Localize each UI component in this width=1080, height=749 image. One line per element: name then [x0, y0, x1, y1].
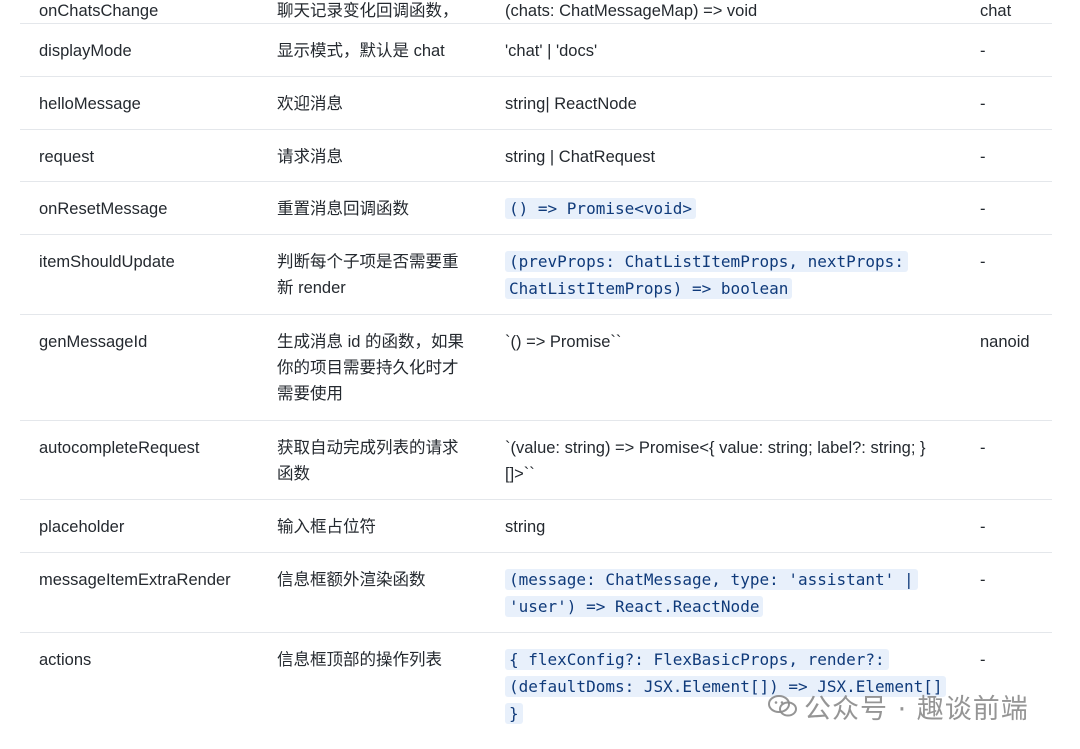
prop-name: helloMessage: [39, 95, 141, 113]
code-snippet: () => Promise<void>: [505, 198, 697, 219]
prop-name: displayMode: [39, 42, 132, 60]
prop-description: 输入框占位符: [277, 518, 376, 536]
prop-description: 欢迎消息: [277, 95, 343, 113]
prop-description: 生成消息 id 的函数，如果你的项目需要持久化时才需要使用: [277, 333, 465, 403]
prop-name: onResetMessage: [39, 200, 168, 218]
prop-name: placeholder: [39, 518, 125, 536]
table-row: request 请求消息 string | ChatRequest -: [20, 130, 1052, 182]
table-row: itemShouldUpdate 判断每个子项是否需要重新 render (pr…: [20, 235, 1052, 315]
prop-name: autocompleteRequest: [39, 439, 200, 457]
prop-default: -: [980, 95, 986, 113]
prop-default: -: [980, 571, 986, 589]
prop-name: onChatsChange: [39, 2, 159, 20]
wechat-icon: [768, 695, 797, 717]
table-row: onChatsChange 聊天记录变化回调函数， (chats: ChatMe…: [20, 0, 1052, 24]
prop-type: (message: ChatMessage, type: 'assistant'…: [486, 553, 961, 632]
prop-name: actions: [39, 651, 92, 669]
watermark: 公众号 · 趣谈前端: [768, 686, 1029, 726]
prop-default: nanoid: [980, 333, 1030, 351]
prop-description: 信息框顶部的操作列表: [277, 651, 442, 669]
prop-default: -: [980, 42, 986, 60]
prop-description: 聊天记录变化回调函数，: [277, 2, 459, 20]
table-row: onResetMessage 重置消息回调函数 () => Promise<vo…: [20, 182, 1052, 235]
table-row: autocompleteRequest 获取自动完成列表的请求函数 `(valu…: [20, 421, 1052, 500]
prop-type: (prevProps: ChatListItemProps, nextProps…: [486, 235, 961, 314]
table-row: displayMode 显示模式，默认是 chat 'chat' | 'docs…: [20, 24, 1052, 77]
table-row: helloMessage 欢迎消息 string| ReactNode -: [20, 77, 1052, 130]
prop-type: `() => Promise``: [505, 333, 622, 351]
prop-description: 请求消息: [277, 148, 343, 166]
prop-type: `(value: string) => Promise<{ value: str…: [505, 439, 926, 483]
prop-description: 获取自动完成列表的请求函数: [277, 439, 459, 483]
table-row: placeholder 输入框占位符 string -: [20, 500, 1052, 553]
prop-default: -: [980, 253, 986, 271]
prop-name: request: [39, 148, 95, 166]
prop-default: -: [980, 200, 986, 218]
prop-default: -: [980, 518, 986, 536]
props-table: onChatsChange 聊天记录变化回调函数， (chats: ChatMe…: [20, 0, 1052, 749]
watermark-text: 公众号 · 趣谈前端: [804, 693, 1029, 725]
prop-type: () => Promise<void>: [486, 182, 961, 234]
prop-name: genMessageId: [39, 333, 148, 351]
prop-type: 'chat' | 'docs': [505, 42, 598, 60]
prop-name: itemShouldUpdate: [39, 253, 175, 271]
prop-description: 判断每个子项是否需要重新 render: [277, 253, 459, 297]
prop-default: -: [980, 148, 986, 166]
code-snippet: (message: ChatMessage, type: 'assistant'…: [505, 569, 918, 617]
prop-default: chat: [980, 2, 1012, 20]
prop-description: 重置消息回调函数: [277, 200, 409, 218]
prop-name: messageItemExtraRender: [39, 571, 231, 589]
prop-type: (chats: ChatMessageMap) => void: [505, 2, 758, 20]
prop-type: string: [505, 518, 546, 536]
table-row: genMessageId 生成消息 id 的函数，如果你的项目需要持久化时才需要…: [20, 315, 1052, 421]
table-row: messageItemExtraRender 信息框额外渲染函数 (messag…: [20, 553, 1052, 633]
prop-description: 信息框额外渲染函数: [277, 571, 426, 589]
code-snippet: (prevProps: ChatListItemProps, nextProps…: [505, 251, 908, 299]
prop-description: 显示模式，默认是 chat: [277, 42, 445, 60]
prop-default: -: [980, 439, 986, 457]
prop-type: string | ChatRequest: [505, 148, 656, 166]
prop-type: string| ReactNode: [505, 95, 637, 113]
